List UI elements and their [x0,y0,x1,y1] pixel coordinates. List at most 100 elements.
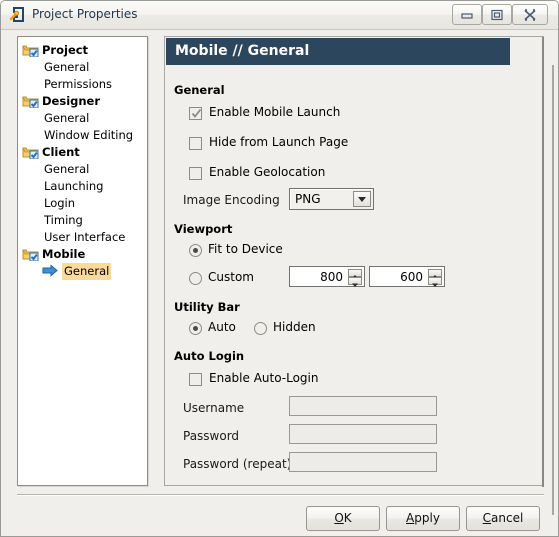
tree-item-client-timing[interactable]: Timing [18,212,147,229]
minimize-icon [461,12,473,19]
title-bar: Project Properties [1,1,558,30]
tree-item-label: General [62,263,112,280]
tree-item-label: General [44,60,90,74]
viewport-height-spinner[interactable]: 600 [369,266,445,287]
spinner-buttons[interactable] [348,269,362,287]
tree-item-project-permissions[interactable]: Permissions [18,76,147,93]
password-label: Password [183,429,240,443]
enable-auto-login-label: Enable Auto-Login [209,371,319,385]
tree-item-label: Permissions [44,77,113,91]
spinner-up-icon[interactable] [428,269,442,279]
folder-check-icon [22,94,39,109]
group-title-utility-bar: Utility Bar [174,300,240,314]
close-icon [524,8,536,21]
tree-item-designer-window-editing[interactable]: Window Editing [18,127,147,144]
tree-item-client-general[interactable]: General [18,161,147,178]
cancel-button[interactable]: Cancel [466,506,540,531]
viewport-width-spinner[interactable]: 800 [289,266,365,287]
apply-button[interactable]: Apply [386,506,460,531]
arrow-right-icon [42,264,59,277]
ok-rest: K [343,511,352,525]
cancel-button-label: Cancel [483,511,524,525]
spinner-down-icon[interactable] [348,277,362,287]
chevron-down-icon[interactable] [353,191,371,207]
group-title-general: General [174,83,225,97]
viewport-height-value: 600 [400,270,423,284]
tree-item-label: Designer [42,94,101,108]
page-title: Mobile // General [166,38,510,65]
enable-geolocation-label: Enable Geolocation [209,165,326,179]
tree-item-label: Launching [44,179,104,193]
tree-item-designer-general[interactable]: General [18,110,147,127]
settings-tree[interactable]: Project General Permissions Designer Gen… [17,36,148,486]
tree-item-label: User Interface [44,230,126,244]
tree-item-mobile-general[interactable]: General [18,263,147,280]
enable-geolocation-checkbox[interactable] [189,167,202,180]
image-encoding-label: Image Encoding [183,193,280,207]
tree-item-client-launching[interactable]: Launching [18,178,147,195]
tree-item-project-general[interactable]: General [18,59,147,76]
enable-mobile-launch-label: Enable Mobile Launch [209,105,341,119]
username-label: Username [183,401,245,415]
fit-to-device-radio[interactable] [189,244,202,257]
close-button[interactable] [512,4,548,25]
tree-item-label: Mobile [42,247,86,261]
utility-bar-auto-radio[interactable] [189,322,202,335]
enable-mobile-launch-checkbox[interactable] [189,107,202,120]
utility-bar-hidden-radio[interactable] [254,322,267,335]
password-repeat-input[interactable] [289,452,437,472]
project-properties-dialog: Project Properties Project General Permi… [0,0,559,537]
content-scrollbar[interactable] [542,37,544,487]
panel-right-edge [552,65,554,515]
ok-mnemonic: O [334,511,344,525]
utility-bar-auto-label: Auto [208,320,236,334]
password-input[interactable] [289,424,437,444]
custom-viewport-label: Custom [208,270,254,284]
group-title-viewport: Viewport [174,222,233,236]
check-icon [191,108,202,118]
hide-from-launch-page-label: Hide from Launch Page [209,135,349,149]
enable-auto-login-checkbox[interactable] [189,373,202,386]
apply-button-label: Apply [406,511,440,525]
apply-rest: pply [414,511,440,525]
ok-button[interactable]: OK [306,506,380,531]
ok-button-label: OK [334,511,351,525]
project-properties-icon [9,6,27,24]
tree-item-project[interactable]: Project [18,42,147,59]
tree-item-label: Window Editing [44,128,134,142]
maximize-button[interactable] [482,4,512,25]
custom-viewport-radio[interactable] [189,272,202,285]
group-title-auto-login: Auto Login [174,349,245,363]
cancel-mnemonic: C [482,511,492,525]
hide-from-launch-page-checkbox[interactable] [189,137,202,150]
tree-item-mobile[interactable]: Mobile [18,246,147,263]
password-repeat-label: Password (repeat) [183,457,292,471]
viewport-width-value: 800 [320,270,343,284]
image-encoding-combobox[interactable]: PNG [289,188,374,210]
tree-item-client[interactable]: Client [18,144,147,161]
spinner-up-icon[interactable] [348,269,362,279]
cancel-rest: ancel [491,511,524,525]
tree-item-label: Login [44,196,76,210]
folder-check-icon [22,43,39,58]
settings-content-panel: Mobile // General General Enable Mobile … [164,36,544,487]
tree-item-designer[interactable]: Designer [18,93,147,110]
minimize-button[interactable] [452,4,482,25]
maximize-icon [491,9,503,20]
utility-bar-hidden-label: Hidden [273,320,316,334]
radio-dot [193,248,198,253]
tree-item-client-login[interactable]: Login [18,195,147,212]
tree-item-label: General [44,162,90,176]
tree-item-client-user-interface[interactable]: User Interface [18,229,147,246]
fit-to-device-label: Fit to Device [208,242,283,256]
tree-item-label: Timing [44,213,83,227]
username-input[interactable] [289,396,437,416]
button-bar-separator [17,494,544,496]
tree-item-label: General [44,111,90,125]
spinner-down-icon[interactable] [428,277,442,287]
spinner-buttons[interactable] [428,269,442,287]
image-encoding-value: PNG [295,192,321,206]
folder-check-icon [22,145,39,160]
window-title: Project Properties [32,7,138,21]
tree-item-label: Project [42,43,89,57]
